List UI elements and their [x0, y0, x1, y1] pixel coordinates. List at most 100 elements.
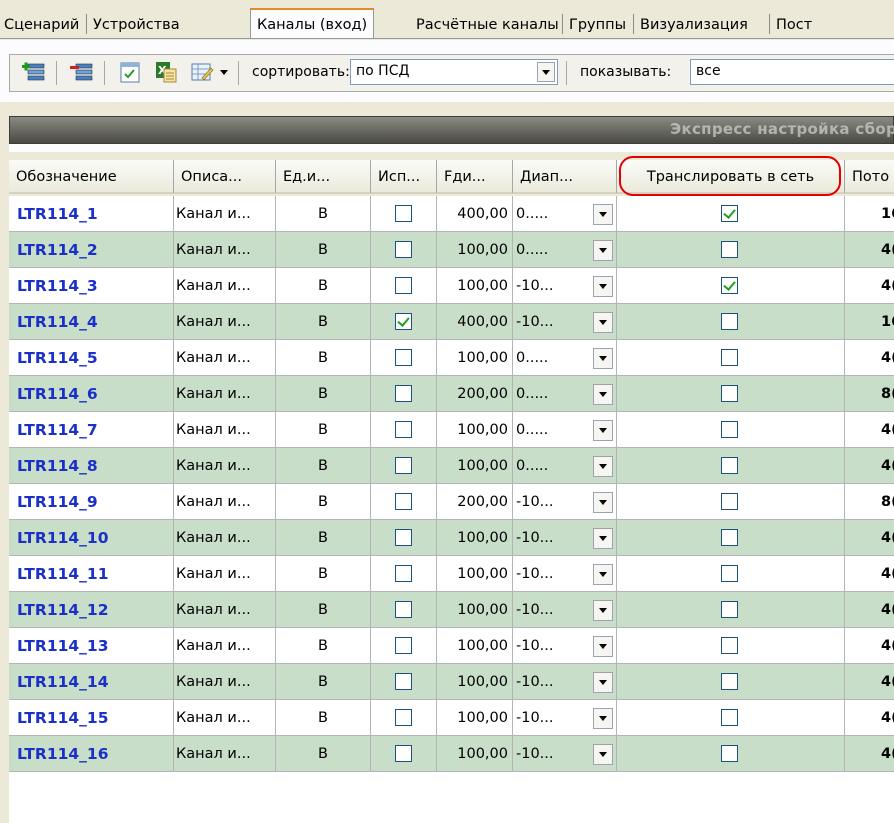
channel-stream[interactable]: 4( — [845, 700, 894, 736]
channel-frequency[interactable]: 200,00 — [437, 376, 513, 412]
range-cell[interactable]: -10... — [513, 268, 617, 304]
edit-properties-dropdown[interactable] — [218, 60, 230, 84]
channel-frequency[interactable]: 400,00 — [437, 196, 513, 232]
use-checkbox[interactable] — [395, 745, 412, 762]
channel-description[interactable]: Канал и... — [174, 304, 276, 340]
range-cell[interactable]: -10... — [513, 304, 617, 340]
range-cell[interactable]: -10... — [513, 592, 617, 628]
table-row[interactable]: LTR114_9Канал и...В 200,00-10... 8( — [9, 484, 894, 520]
use-checkbox[interactable] — [395, 277, 412, 294]
channel-name[interactable]: LTR114_10 — [9, 520, 174, 556]
channel-stream[interactable]: 16 — [845, 304, 894, 340]
channel-unit[interactable]: В — [276, 484, 371, 520]
tab-post[interactable]: Пост — [776, 12, 812, 38]
edit-properties-button[interactable] — [190, 60, 214, 84]
table-row[interactable]: LTR114_16Канал и...В 100,00-10... 4( — [9, 736, 894, 772]
channel-frequency[interactable]: 100,00 — [437, 592, 513, 628]
channel-frequency[interactable]: 400,00 — [437, 304, 513, 340]
table-row[interactable]: LTR114_12Канал и...В 100,00-10... 4( — [9, 592, 894, 628]
column-header-stream[interactable]: Пото — [845, 160, 894, 194]
tab-devices[interactable]: Устройства — [93, 12, 180, 38]
channel-unit[interactable]: В — [276, 556, 371, 592]
channel-stream[interactable]: 4( — [845, 520, 894, 556]
broadcast-checkbox[interactable] — [721, 241, 738, 258]
channel-stream[interactable]: 4( — [845, 340, 894, 376]
remove-channel-button[interactable] — [70, 60, 94, 84]
channel-stream[interactable]: 8( — [845, 484, 894, 520]
channel-description[interactable]: Канал и... — [174, 448, 276, 484]
channel-frequency[interactable]: 100,00 — [437, 736, 513, 772]
channel-unit[interactable]: В — [276, 700, 371, 736]
channel-stream[interactable]: 16 — [845, 196, 894, 232]
range-dropdown-button[interactable] — [593, 204, 613, 225]
channel-stream[interactable]: 4( — [845, 556, 894, 592]
range-dropdown-button[interactable] — [593, 492, 613, 513]
column-header-description[interactable]: Описа... — [174, 160, 276, 194]
table-row[interactable]: LTR114_5Канал и...В 100,000..... 4( — [9, 340, 894, 376]
channel-description[interactable]: Канал и... — [174, 664, 276, 700]
channel-frequency[interactable]: 100,00 — [437, 412, 513, 448]
broadcast-checkbox[interactable] — [721, 313, 738, 330]
channel-description[interactable]: Канал и... — [174, 556, 276, 592]
channel-frequency[interactable]: 100,00 — [437, 628, 513, 664]
channel-unit[interactable]: В — [276, 196, 371, 232]
table-row[interactable]: LTR114_14Канал и...В 100,00-10... 4( — [9, 664, 894, 700]
range-dropdown-button[interactable] — [593, 528, 613, 549]
channel-stream[interactable]: 4( — [845, 664, 894, 700]
use-checkbox[interactable] — [395, 349, 412, 366]
column-header-unit[interactable]: Ед.и... — [276, 160, 371, 194]
range-dropdown-button[interactable] — [593, 600, 613, 621]
channel-name[interactable]: LTR114_9 — [9, 484, 174, 520]
channel-name[interactable]: LTR114_15 — [9, 700, 174, 736]
channel-frequency[interactable]: 100,00 — [437, 556, 513, 592]
range-dropdown-button[interactable] — [593, 744, 613, 765]
table-row[interactable]: LTR114_15Канал и...В 100,00-10... 4( — [9, 700, 894, 736]
broadcast-checkbox[interactable] — [721, 277, 738, 294]
channel-unit[interactable]: В — [276, 376, 371, 412]
channel-description[interactable]: Канал и... — [174, 376, 276, 412]
channel-stream[interactable]: 4( — [845, 268, 894, 304]
broadcast-checkbox[interactable] — [721, 745, 738, 762]
table-row[interactable]: LTR114_10Канал и...В 100,00-10... 4( — [9, 520, 894, 556]
broadcast-checkbox[interactable] — [721, 493, 738, 510]
express-setup-banner[interactable]: Экспресс настройка сбор — [9, 116, 894, 144]
channel-stream[interactable]: 4( — [845, 448, 894, 484]
channel-name[interactable]: LTR114_4 — [9, 304, 174, 340]
channel-stream[interactable]: 4( — [845, 592, 894, 628]
channel-frequency[interactable]: 100,00 — [437, 268, 513, 304]
channel-name[interactable]: LTR114_6 — [9, 376, 174, 412]
channel-unit[interactable]: В — [276, 592, 371, 628]
table-row[interactable]: LTR114_7Канал и...В 100,000..... 4( — [9, 412, 894, 448]
range-dropdown-button[interactable] — [593, 672, 613, 693]
use-checkbox[interactable] — [395, 673, 412, 690]
column-header-broadcast[interactable]: Транслировать в сеть — [617, 160, 845, 194]
channel-description[interactable]: Канал и... — [174, 484, 276, 520]
channel-stream[interactable]: 4( — [845, 232, 894, 268]
range-cell[interactable]: 0..... — [513, 376, 617, 412]
use-checkbox[interactable] — [395, 421, 412, 438]
broadcast-checkbox[interactable] — [721, 457, 738, 474]
range-cell[interactable]: 0..... — [513, 340, 617, 376]
broadcast-checkbox[interactable] — [721, 385, 738, 402]
range-cell[interactable]: 0..... — [513, 232, 617, 268]
column-header-use[interactable]: Исп... — [371, 160, 437, 194]
table-row[interactable]: LTR114_2Канал и...В 100,000..... 4( — [9, 232, 894, 268]
range-cell[interactable]: -10... — [513, 700, 617, 736]
broadcast-checkbox[interactable] — [721, 421, 738, 438]
range-dropdown-button[interactable] — [593, 636, 613, 657]
channel-unit[interactable]: В — [276, 412, 371, 448]
range-cell[interactable]: 0..... — [513, 196, 617, 232]
range-dropdown-button[interactable] — [593, 564, 613, 585]
channel-unit[interactable]: В — [276, 448, 371, 484]
range-dropdown-button[interactable] — [593, 240, 613, 261]
broadcast-checkbox[interactable] — [721, 205, 738, 222]
excel-import-button[interactable]: X — [154, 60, 178, 84]
range-cell[interactable]: -10... — [513, 484, 617, 520]
table-row[interactable]: LTR114_1Канал и...В 400,000..... 16 — [9, 196, 894, 232]
tab-channels-input[interactable]: Каналы (вход) — [250, 8, 375, 39]
table-row[interactable]: LTR114_4Канал и...В 400,00-10... 16 — [9, 304, 894, 340]
channel-description[interactable]: Канал и... — [174, 196, 276, 232]
channel-description[interactable]: Канал и... — [174, 232, 276, 268]
range-dropdown-button[interactable] — [593, 456, 613, 477]
channel-name[interactable]: LTR114_1 — [9, 196, 174, 232]
